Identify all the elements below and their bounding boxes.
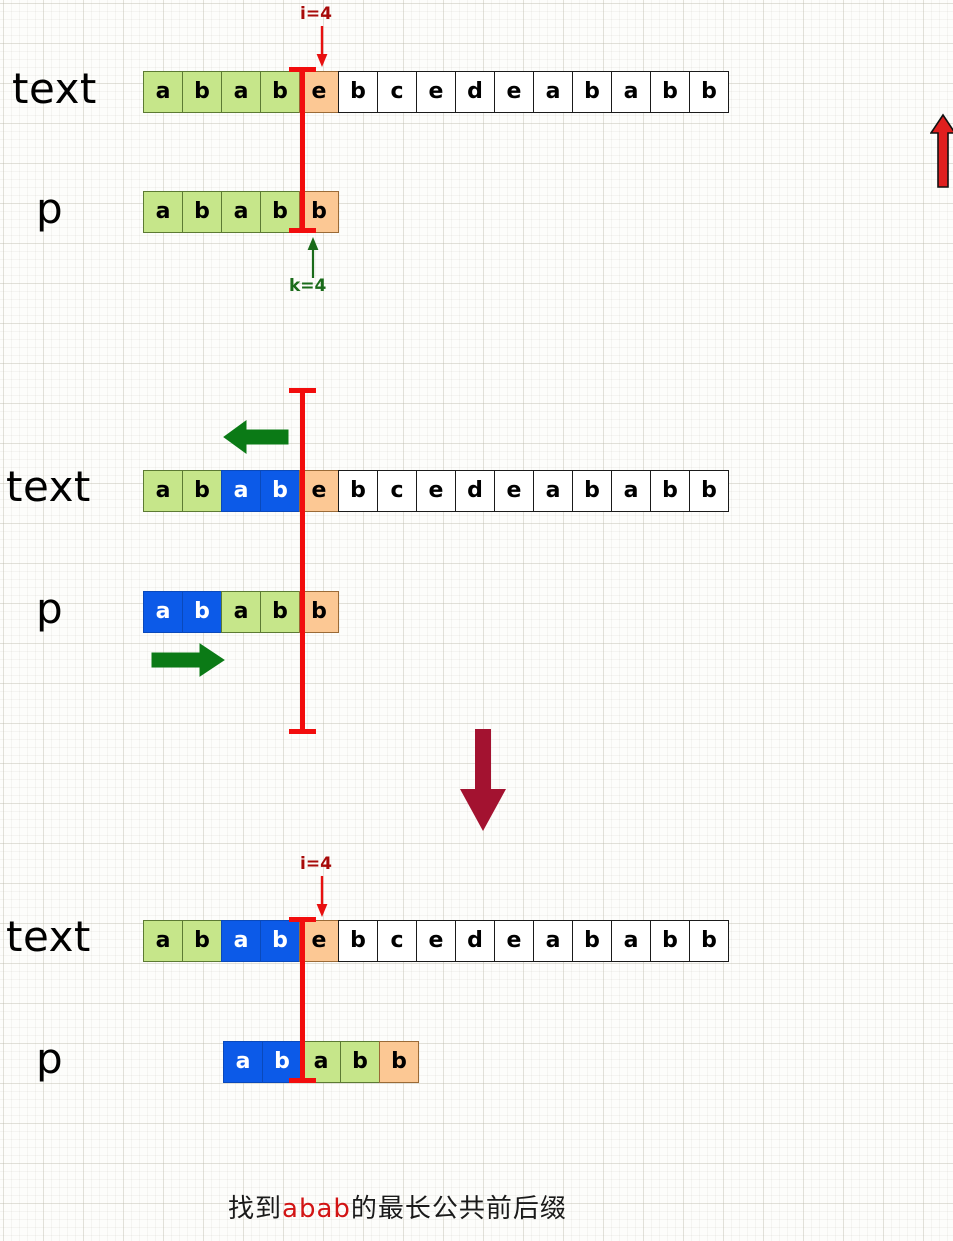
panel3-marker-line: [300, 917, 305, 1082]
char-cell: b: [182, 191, 222, 233]
panel2-marker-cap-bottom: [289, 729, 316, 734]
char-cell: e: [299, 920, 339, 962]
char-cell: c: [377, 470, 417, 512]
char-cell: b: [572, 920, 612, 962]
panel1-text-row-label: text: [12, 64, 97, 113]
char-cell: b: [689, 920, 729, 962]
char-cell: b: [650, 470, 690, 512]
panel3-pattern-strip: ababb: [223, 1041, 419, 1083]
caption-suffix: 的最长公共前后缀: [350, 1194, 567, 1224]
panel1-k-index-label: k=4: [289, 276, 327, 296]
char-cell: b: [572, 71, 612, 113]
scroll-up-arrow-icon: [930, 113, 953, 188]
char-cell: d: [455, 470, 495, 512]
char-cell: b: [650, 920, 690, 962]
char-cell: e: [299, 470, 339, 512]
char-cell: b: [340, 1041, 380, 1083]
char-cell: a: [143, 470, 183, 512]
char-cell: a: [221, 71, 261, 113]
char-cell: a: [223, 1041, 263, 1083]
char-cell: a: [301, 1041, 341, 1083]
panel1-i-down-arrow-icon: [316, 26, 328, 67]
char-cell: a: [611, 920, 651, 962]
char-cell: b: [260, 591, 300, 633]
char-cell: e: [416, 920, 456, 962]
panel1-text-strip: ababebcedeababb: [143, 71, 729, 113]
panel2-shift-left-arrow-icon: [223, 420, 289, 454]
diagram-caption: 找到abab的最长公共前后缀: [228, 1188, 567, 1225]
char-cell: a: [611, 470, 651, 512]
char-cell: a: [611, 71, 651, 113]
char-cell: e: [416, 470, 456, 512]
panel2-text-strip: ababebcedeababb: [143, 470, 729, 512]
char-cell: b: [260, 470, 300, 512]
char-cell: d: [455, 71, 495, 113]
panel1-marker-line: [300, 67, 305, 232]
char-cell: a: [221, 191, 261, 233]
panel1-i-index-label: i=4: [300, 4, 332, 24]
char-cell: b: [182, 470, 222, 512]
char-cell: a: [143, 71, 183, 113]
char-cell: e: [494, 470, 534, 512]
char-cell: a: [143, 191, 183, 233]
char-cell: e: [299, 71, 339, 113]
char-cell: b: [689, 470, 729, 512]
panel2-shift-right-arrow-icon: [151, 643, 225, 677]
char-cell: a: [533, 920, 573, 962]
panel3-text-row-label: text: [6, 912, 91, 961]
char-cell: b: [338, 470, 378, 512]
panel1-pattern-row-label: p: [36, 184, 64, 233]
char-cell: b: [689, 71, 729, 113]
char-cell: b: [650, 71, 690, 113]
char-cell: b: [182, 71, 222, 113]
char-cell: b: [260, 71, 300, 113]
char-cell: b: [299, 591, 339, 633]
char-cell: b: [182, 920, 222, 962]
panel1-marker-cap-bottom: [289, 228, 316, 233]
panel1-k-up-arrow-icon: [307, 237, 319, 278]
char-cell: c: [377, 71, 417, 113]
char-cell: a: [221, 920, 261, 962]
char-cell: a: [221, 470, 261, 512]
char-cell: b: [299, 191, 339, 233]
char-cell: b: [338, 71, 378, 113]
panel2-pattern-row-label: p: [36, 584, 64, 633]
char-cell: e: [416, 71, 456, 113]
caption-highlight: abab: [282, 1194, 351, 1224]
char-cell: e: [494, 71, 534, 113]
panel3-pattern-row-label: p: [36, 1034, 64, 1083]
char-cell: b: [260, 191, 300, 233]
char-cell: b: [262, 1041, 302, 1083]
char-cell: c: [377, 920, 417, 962]
panel2-marker-line: [300, 388, 305, 733]
panel3-i-index-label: i=4: [300, 854, 332, 874]
char-cell: e: [494, 920, 534, 962]
char-cell: a: [533, 470, 573, 512]
char-cell: a: [143, 920, 183, 962]
char-cell: b: [338, 920, 378, 962]
panel2-pattern-strip: ababb: [143, 591, 339, 633]
char-cell: a: [143, 591, 183, 633]
char-cell: a: [533, 71, 573, 113]
char-cell: b: [182, 591, 222, 633]
char-cell: d: [455, 920, 495, 962]
char-cell: b: [260, 920, 300, 962]
caption-prefix: 找到: [228, 1194, 283, 1224]
char-cell: b: [572, 470, 612, 512]
panel1-pattern-strip: ababb: [143, 191, 339, 233]
flow-down-arrow-icon: [460, 729, 506, 831]
panel3-text-strip: ababebcedeababb: [143, 920, 729, 962]
diagram-canvas: i=4 text ababebcedeababb p ababb k=4 tex…: [0, 0, 953, 1241]
char-cell: b: [379, 1041, 419, 1083]
char-cell: a: [221, 591, 261, 633]
panel2-text-row-label: text: [6, 462, 91, 511]
panel3-i-down-arrow-icon: [316, 876, 328, 917]
panel3-marker-cap-bottom: [289, 1078, 316, 1083]
